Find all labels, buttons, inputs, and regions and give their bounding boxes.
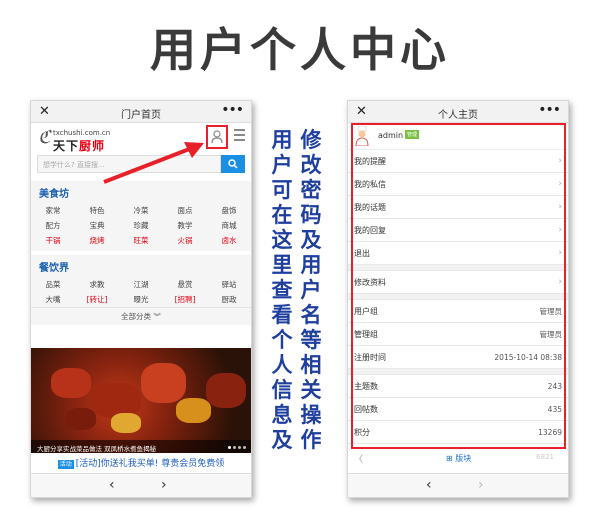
left-window-title: 门户首页: [121, 110, 161, 121]
highlight-frame: [351, 123, 566, 449]
bottom-nav: ‹ ›: [31, 473, 251, 497]
category-row: 配方 宝典 珍藏 教学 商城: [31, 218, 251, 233]
promo-tag: 活动: [57, 460, 74, 469]
category-link[interactable]: 悬赏: [163, 279, 207, 290]
category-link[interactable]: 干锅: [31, 235, 75, 246]
promo-text: [活动]你送礼我买单! 尊贵会员免费领: [75, 459, 225, 469]
category-link[interactable]: 卤水: [207, 235, 251, 246]
category-link[interactable]: 面点: [163, 205, 207, 216]
promo-link[interactable]: 活动 [活动]你送礼我买单! 尊贵会员免费领: [31, 456, 251, 469]
right-titlebar: ✕ 个人主页 •••: [348, 101, 568, 123]
category-link[interactable]: 宝典: [75, 220, 119, 231]
caption-column-2: 修改密码及用户名等相关操作: [300, 128, 322, 452]
category-link[interactable]: 驿站: [207, 279, 251, 290]
hamburger-menu-icon[interactable]: [234, 129, 245, 144]
user-icon: [211, 130, 223, 144]
category-row: 大嘴 [转让] 曝光 [招聘] 厨政: [31, 292, 251, 307]
category-link[interactable]: 配方: [31, 220, 75, 231]
food-piece: [66, 408, 96, 430]
board-button[interactable]: ⊞ 版块: [446, 453, 471, 464]
more-icon[interactable]: •••: [221, 102, 244, 118]
food-banner-image[interactable]: 大厨分享实战菜品做法 双凤桥水煮鱼揭秘: [31, 348, 251, 453]
right-window-title: 个人主页: [438, 110, 478, 121]
search-button[interactable]: [221, 155, 245, 173]
more-icon[interactable]: •••: [538, 102, 561, 118]
pointer-arrow: [103, 142, 204, 184]
category-link[interactable]: 火锅: [163, 235, 207, 246]
category-link[interactable]: 品菜: [31, 279, 75, 290]
category-link[interactable]: 教学: [163, 220, 207, 231]
board-count: 6821: [536, 453, 554, 461]
back-arrow-icon[interactable]: ‹: [109, 477, 115, 493]
food-piece: [206, 373, 246, 408]
category-link[interactable]: 冷菜: [119, 205, 163, 216]
all-categories-link[interactable]: 全部分类 ︾: [31, 307, 251, 322]
logo-chef-hat-icon: ℭ: [38, 127, 51, 148]
category-link[interactable]: 旺菜: [119, 235, 163, 246]
category-link[interactable]: 家常: [31, 205, 75, 216]
food-piece: [141, 363, 186, 403]
category-link[interactable]: 大嘴: [31, 294, 75, 305]
board-bar: 〈 ⊞ 版块 6821: [348, 449, 568, 469]
section-title: 餐饮界: [39, 263, 69, 274]
board-prev-icon[interactable]: 〈: [354, 452, 363, 465]
category-link[interactable]: 厨政: [207, 294, 251, 305]
food-piece: [51, 368, 91, 398]
category-link[interactable]: 珍藏: [119, 220, 163, 231]
left-titlebar: ✕ 门户首页 •••: [31, 101, 251, 123]
section-canyinjie: 餐饮界 品菜 求教 江湖 悬赏 驿站 大嘴 [转让] 曝光 [招聘] 厨政 全部…: [31, 255, 251, 325]
bottom-nav: ‹ ›: [348, 473, 568, 497]
search-icon: [228, 159, 238, 169]
food-piece: [111, 413, 141, 433]
logo-domain: txchushi.com.cn: [53, 129, 111, 137]
back-arrow-icon[interactable]: ‹: [426, 477, 432, 493]
category-link[interactable]: 烧烤: [75, 235, 119, 246]
banner-caption: 大厨分享实战菜品做法 双凤桥水煮鱼揭秘: [31, 440, 251, 453]
logo-text: 天下厨师: [53, 139, 106, 153]
category-link[interactable]: 特色: [75, 205, 119, 216]
category-link[interactable]: 求教: [75, 279, 119, 290]
section-meishifang: 美食坊 家常 特色 冷菜 面点 盘饰 配方 宝典 珍藏 教学 商城 干锅 烧烤 …: [31, 181, 251, 251]
category-link[interactable]: 江湖: [119, 279, 163, 290]
category-link[interactable]: 曝光: [119, 294, 163, 305]
right-phone-screenshot: ✕ 个人主页 ••• admin 管理 我的提醒 › 我的私信 › 我的话题 › 我的…: [347, 100, 569, 498]
category-row: 干锅 烧烤 旺菜 火锅 卤水: [31, 233, 251, 248]
forward-arrow-icon[interactable]: ›: [161, 477, 167, 493]
food-piece: [176, 398, 211, 423]
forward-arrow-icon[interactable]: ›: [478, 477, 484, 493]
category-link[interactable]: [转让]: [75, 294, 119, 305]
category-link[interactable]: 商城: [207, 220, 251, 231]
carousel-dots: [228, 446, 246, 449]
category-link[interactable]: [招聘]: [163, 294, 207, 305]
category-row: 品菜 求教 江湖 悬赏 驿站: [31, 277, 251, 292]
caption-column-1: 用户可在这里查看个人信息及: [271, 128, 293, 452]
page-title: 用户个人中心: [150, 23, 450, 77]
category-row: 家常 特色 冷菜 面点 盘饰: [31, 203, 251, 218]
category-link[interactable]: 盘饰: [207, 205, 251, 216]
